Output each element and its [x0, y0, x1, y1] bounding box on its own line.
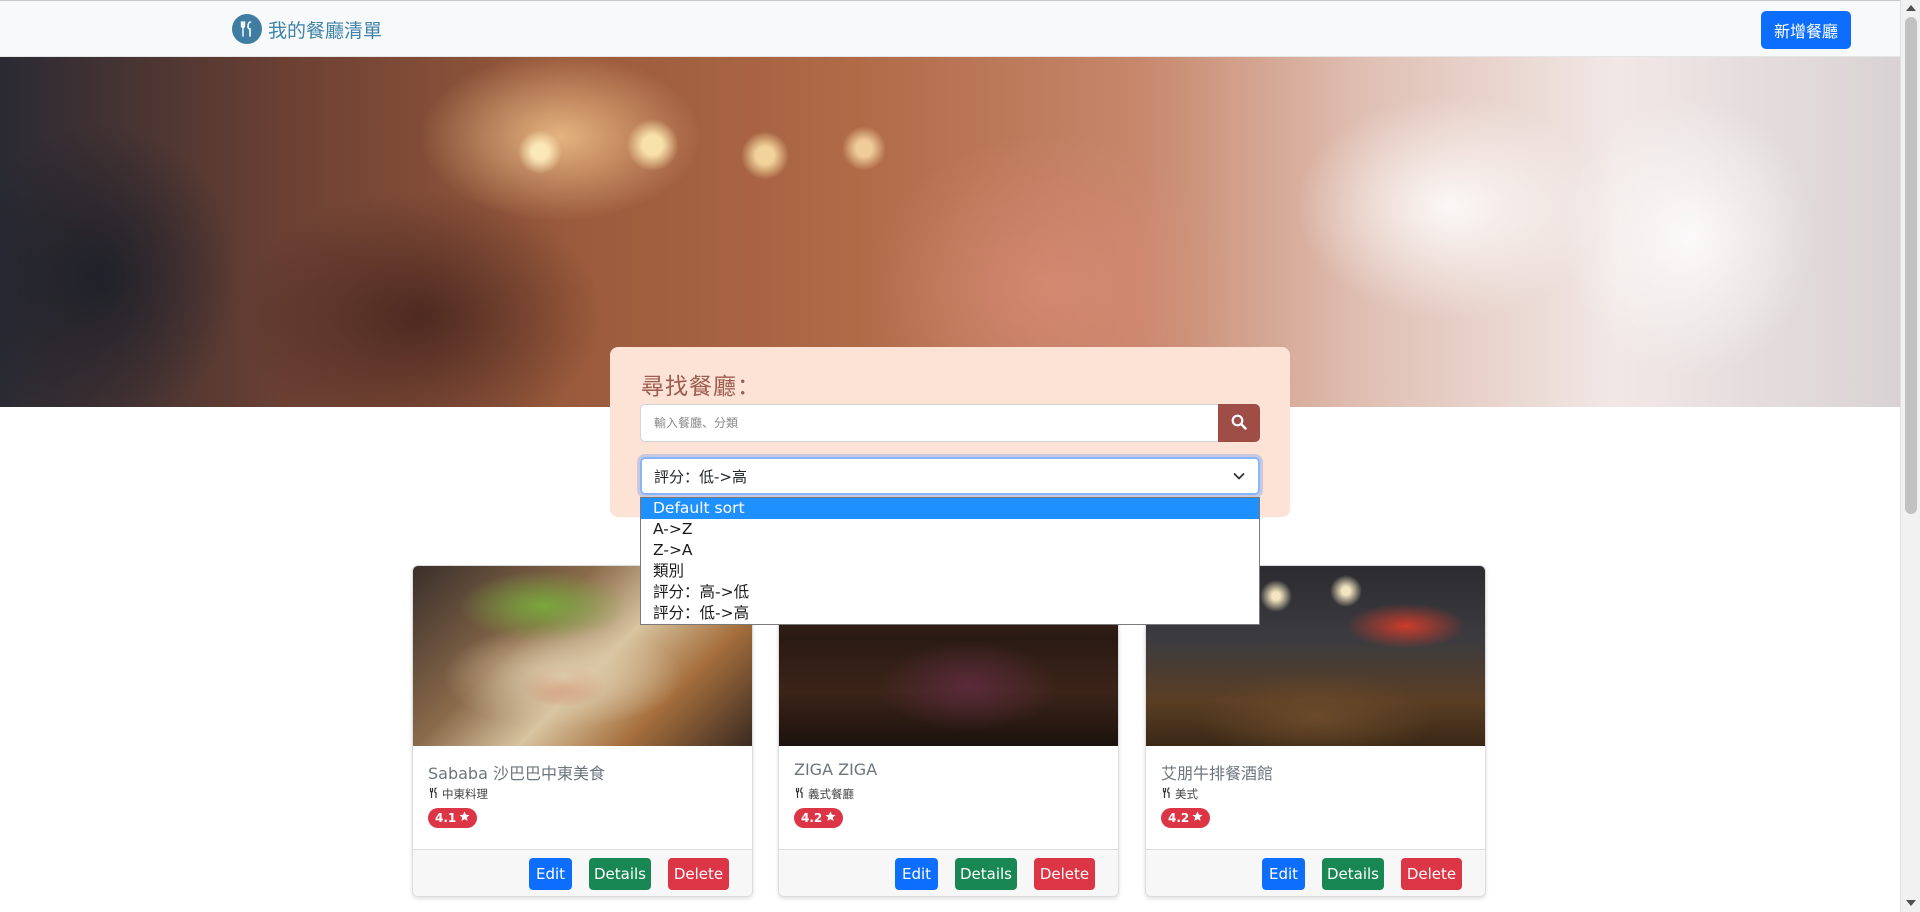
brand-link[interactable]: 我的餐廳清單 [232, 14, 382, 44]
delete-button[interactable]: Delete [1034, 858, 1095, 890]
search-panel: 尋找餐廳： 評分：低->高 [610, 347, 1290, 517]
scrollbar-thumb[interactable] [1905, 17, 1917, 514]
restaurant-name: ZIGA ZIGA [794, 760, 878, 779]
star-icon [825, 811, 836, 825]
restaurant-category: 美式 [1161, 786, 1198, 802]
star-icon [1192, 811, 1203, 825]
rating-badge: 4.2 [1161, 808, 1211, 828]
delete-button[interactable]: Delete [668, 858, 729, 890]
scroll-down-arrow-icon[interactable] [1906, 900, 1916, 906]
utensils-icon [428, 786, 440, 802]
chevron-down-icon [1232, 469, 1246, 487]
card-footer: Edit Details Delete [779, 849, 1118, 896]
rating-value: 4.2 [801, 811, 823, 825]
search-title: 尋找餐廳： [641, 374, 761, 400]
rating-value: 4.1 [435, 811, 457, 825]
sort-option-default[interactable]: Default sort [641, 498, 1259, 519]
rating-badge: 4.1 [428, 808, 478, 828]
add-restaurant-button[interactable]: 新增餐廳 [1761, 11, 1851, 49]
category-label: 美式 [1175, 787, 1198, 801]
sort-option-rating-asc[interactable]: 評分：低->高 [641, 603, 1259, 624]
navbar: 我的餐廳清單 新增餐廳 [0, 0, 1900, 57]
category-label: 中東料理 [442, 787, 488, 801]
details-button[interactable]: Details [589, 858, 651, 890]
rating-badge: 4.2 [794, 808, 844, 828]
search-group [640, 404, 1260, 442]
card-footer: Edit Details Delete [1146, 849, 1485, 896]
sort-option-z-a[interactable]: Z->A [641, 540, 1259, 561]
utensils-icon [794, 786, 806, 802]
sort-selected-value: 評分：低->高 [654, 467, 747, 486]
restaurant-name: 艾朋牛排餐酒館 [1161, 764, 1274, 783]
search-icon [1231, 414, 1247, 433]
sort-option-category[interactable]: 類別 [641, 561, 1259, 582]
utensils-icon [1161, 786, 1173, 802]
sort-option-rating-desc[interactable]: 評分：高->低 [641, 582, 1259, 603]
restaurant-name: Sababa 沙巴巴中東美食 [428, 764, 605, 783]
details-button[interactable]: Details [1322, 858, 1384, 890]
sort-options-list: Default sort A->Z Z->A 類別 評分：高->低 評分：低->… [640, 497, 1260, 625]
search-button[interactable] [1218, 404, 1260, 442]
category-label: 義式餐廳 [808, 787, 854, 801]
brand-title: 我的餐廳清單 [268, 19, 383, 42]
scroll-up-arrow-icon[interactable] [1906, 5, 1916, 11]
details-button[interactable]: Details [955, 858, 1017, 890]
restaurant-category: 義式餐廳 [794, 786, 854, 802]
delete-button[interactable]: Delete [1401, 858, 1462, 890]
sort-option-a-z[interactable]: A->Z [641, 519, 1259, 540]
utensils-icon [232, 14, 262, 44]
star-icon [459, 811, 470, 825]
card-footer: Edit Details Delete [413, 849, 752, 896]
edit-button[interactable]: Edit [1262, 858, 1305, 890]
page-scrollbar[interactable] [1900, 0, 1920, 912]
rating-value: 4.2 [1168, 811, 1190, 825]
sort-select[interactable]: 評分：低->高 [640, 457, 1260, 495]
restaurant-category: 中東料理 [428, 786, 488, 802]
edit-button[interactable]: Edit [529, 858, 572, 890]
banner-lights [450, 117, 900, 187]
edit-button[interactable]: Edit [895, 858, 938, 890]
search-input[interactable] [640, 404, 1218, 442]
